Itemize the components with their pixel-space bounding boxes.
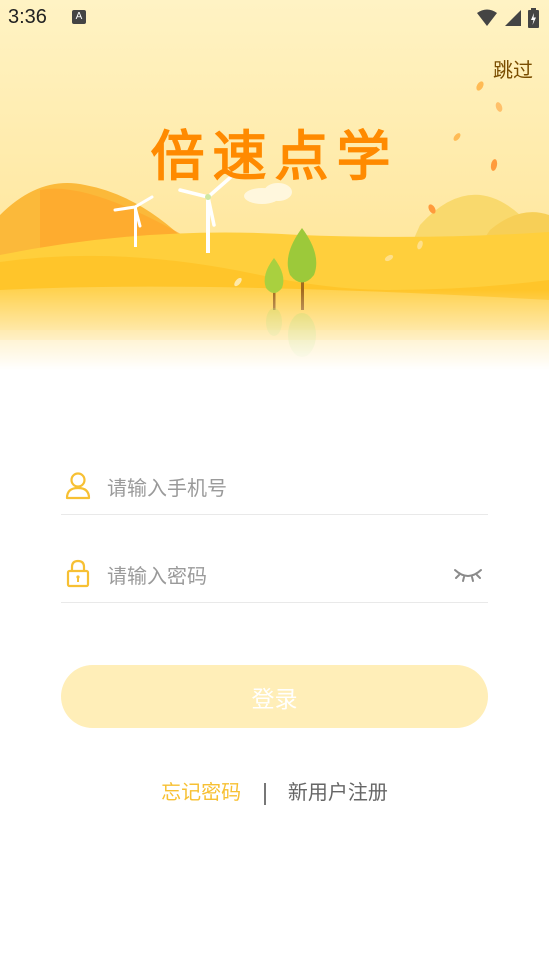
password-input[interactable] — [107, 550, 437, 602]
status-icons — [476, 8, 539, 28]
skip-button[interactable]: 跳过 — [493, 54, 533, 83]
wifi-icon — [477, 9, 497, 26]
forgot-password-link[interactable]: 忘记密码 — [161, 780, 241, 804]
lock-icon — [66, 559, 90, 588]
status-time: 3:36 — [8, 6, 47, 28]
notification-icon: A — [72, 10, 86, 24]
eye-closed-icon[interactable] — [452, 564, 484, 584]
link-divider — [263, 782, 266, 805]
register-link[interactable]: 新用户注册 — [288, 780, 388, 804]
battery-charging-icon — [528, 8, 539, 28]
user-icon — [65, 472, 91, 500]
app-title: 倍速点学 — [150, 125, 399, 188]
phone-input[interactable] — [107, 462, 437, 514]
phone-field — [61, 462, 488, 515]
signal-icon — [505, 10, 521, 26]
password-field — [61, 550, 488, 603]
auth-links: 忘记密码 新用户注册 — [0, 776, 549, 805]
status-bar: 3:36 A — [0, 0, 549, 36]
login-button[interactable]: 登录 — [61, 665, 488, 728]
